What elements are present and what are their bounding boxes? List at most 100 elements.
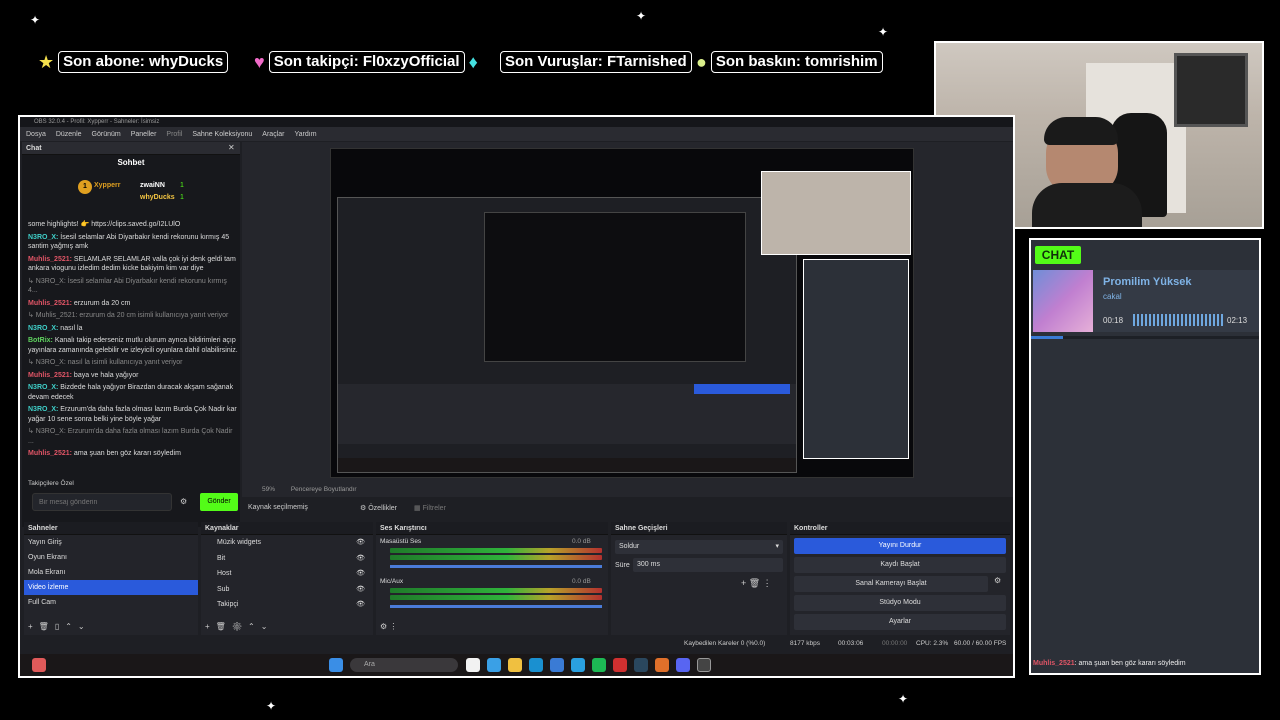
duration-label: Süre: [615, 562, 630, 569]
time-total: 02:13: [1227, 316, 1248, 325]
controls-title: Kontroller: [790, 522, 1010, 535]
window-title: OBS 32.0.4 - Profil: Xypperr - Sahneler:…: [20, 117, 1013, 127]
sparkle-icon: ✦: [898, 692, 909, 706]
edge-icon[interactable]: [529, 658, 543, 672]
eye-icon[interactable]: 👁: [356, 551, 365, 567]
chat-message: N3RO_X: nasıl la: [28, 324, 83, 332]
channel-db: 0.0 dB: [572, 578, 591, 585]
volume-meter: [390, 588, 602, 593]
volume-meter: [390, 555, 602, 560]
source-item[interactable]: Müzik widgets 👁: [201, 535, 373, 551]
studio-mode-button[interactable]: Stüdyo Modu: [794, 595, 1006, 611]
windows-start-icon[interactable]: [329, 658, 343, 672]
taskbar-search[interactable]: Ara: [350, 658, 458, 672]
app-icon[interactable]: [655, 658, 669, 672]
last-hits-widget: Son Vuruşlar: FTarnished: [500, 50, 692, 74]
chat-reply: ↳ Muhlis_2521: erzurum da 20 cm isimli k…: [28, 312, 229, 319]
nested-webcam: [761, 171, 911, 255]
start-recording-button[interactable]: Kaydı Başlat: [794, 557, 1006, 573]
fit-to-window[interactable]: Pencereye Boyutlandır: [291, 486, 357, 493]
chat-reply: ↳ N3RO_X: nasıl la isimli kullanıcıya ya…: [28, 359, 183, 366]
program-preview[interactable]: [330, 148, 914, 478]
source-item[interactable]: Takipçi 👁: [201, 597, 373, 613]
app-icon[interactable]: [550, 658, 564, 672]
eye-icon[interactable]: 👁: [356, 566, 365, 582]
scenes-toolbar[interactable]: +🗑▯⌃⌄: [28, 622, 91, 631]
scene-item-selected[interactable]: Video İzleme: [24, 580, 198, 595]
zoom-level[interactable]: 59%: [262, 486, 275, 493]
preview-area: 59% Pencereye Boyutlandır: [242, 142, 1013, 497]
bitrate: 8177 kbps: [790, 640, 820, 647]
rank-badge: 1: [78, 180, 92, 194]
chat-input[interactable]: [32, 493, 172, 511]
settings-button[interactable]: Ayarlar: [794, 614, 1006, 630]
mixer-settings-icon[interactable]: ⚙ ⋮: [380, 622, 397, 631]
steam-icon[interactable]: [634, 658, 648, 672]
no-source-label: Kaynak seçilmemiş: [248, 504, 308, 511]
song-progress-track: [1031, 336, 1259, 339]
gear-icon[interactable]: ⚙: [994, 576, 1001, 585]
top-user-3-count: 1: [180, 194, 184, 201]
menu-docks[interactable]: Paneller: [131, 131, 157, 138]
menu-bar: Dosya Düzenle Görünüm Paneller Profil Sa…: [20, 127, 1013, 141]
eye-icon[interactable]: 👁: [356, 582, 365, 598]
chat-message: BotRix: Kanalı takip ederseniz mutlu olu…: [28, 337, 238, 354]
scene-item[interactable]: Oyun Ekranı: [24, 550, 198, 565]
last-raid-widget: ● Son baskın: tomrishim: [696, 50, 883, 74]
scene-item[interactable]: Mola Ekranı: [24, 565, 198, 580]
eye-icon[interactable]: 👁: [356, 597, 365, 613]
weather-icon[interactable]: [32, 658, 46, 672]
chat-message: N3RO_X: Erzurum'da daha fazla olması laz…: [28, 406, 237, 423]
menu-tools[interactable]: Araçlar: [262, 131, 284, 138]
source-item[interactable]: Sub 👁: [201, 582, 373, 598]
start-virtual-camera-button[interactable]: Sanal Kamerayı Başlat: [794, 576, 988, 592]
scenes-title: Sahneler: [24, 522, 198, 535]
app-icon[interactable]: [466, 658, 480, 672]
sources-toolbar[interactable]: +🗑⚙⌃⌄: [205, 622, 273, 631]
scenes-dock: Sahneler Yayın Giriş Oyun Ekranı Mola Ek…: [24, 522, 198, 635]
duration-input[interactable]: 300 ms: [633, 558, 783, 572]
folder-icon[interactable]: [508, 658, 522, 672]
scene-item[interactable]: Yayın Giriş: [24, 535, 198, 550]
menu-view[interactable]: Görünüm: [92, 131, 121, 138]
music-player: Promilim Yüksek cakal 00:18 02:13: [1031, 270, 1259, 332]
cpu-usage: CPU: 2.3%: [916, 640, 949, 647]
filters-button[interactable]: ▦ Filtreler: [414, 504, 446, 512]
opera-icon[interactable]: [613, 658, 627, 672]
gem-icon: ♦: [468, 51, 478, 72]
transition-toolbar[interactable]: + 🗑 ⋮: [741, 578, 772, 589]
eye-icon[interactable]: 👁: [356, 535, 365, 551]
chat-message: Muhlis_2521: ama şuan ben göz kararı söy…: [28, 450, 181, 457]
obs-icon[interactable]: [697, 658, 711, 672]
volume-slider[interactable]: [390, 565, 602, 568]
spotify-icon[interactable]: [592, 658, 606, 672]
chat-message: some highlights! 👉 https://clips.saved.g…: [28, 221, 181, 228]
app-icon[interactable]: [571, 658, 585, 672]
menu-scene-collection[interactable]: Sahne Koleksiyonu: [192, 131, 252, 138]
discord-icon[interactable]: [676, 658, 690, 672]
menu-edit[interactable]: Düzenle: [56, 131, 82, 138]
menu-profile[interactable]: Profil: [166, 131, 182, 138]
volume-slider[interactable]: [390, 605, 602, 608]
album-art: [1033, 270, 1093, 332]
last-raid-label: Son baskın: tomrishim: [710, 51, 883, 73]
transitions-dock: Sahne Geçişleri Soldur ▾ Süre 300 ms + 🗑 …: [611, 522, 787, 635]
gear-icon[interactable]: ⚙: [180, 497, 187, 506]
menu-help[interactable]: Yardım: [294, 131, 316, 138]
shirt: [1032, 183, 1142, 227]
volume-meter: [390, 595, 602, 600]
chat-last-message: Muhlis_2521: ama şuan ben göz kararı söy…: [1033, 660, 1186, 667]
close-icon[interactable]: ✕: [228, 143, 235, 152]
source-item[interactable]: Host 👁: [201, 566, 373, 582]
send-button[interactable]: Gönder: [200, 493, 238, 511]
scene-item[interactable]: Full Cam: [24, 595, 198, 610]
properties-button[interactable]: ⚙ Özellikler: [360, 504, 397, 512]
transition-select[interactable]: Soldur ▾: [615, 540, 783, 554]
chat-widget: CHAT Promilim Yüksek cakal 00:18 02:13 M…: [1029, 238, 1261, 675]
menu-file[interactable]: Dosya: [26, 131, 46, 138]
source-item[interactable]: Bit 👁: [201, 551, 373, 567]
stop-stream-button[interactable]: Yayını Durdur: [794, 538, 1006, 554]
app-icon[interactable]: [487, 658, 501, 672]
last-follower-widget: ♥ Son takipçi: Fl0xzyOfficial ♦: [254, 50, 478, 74]
song-progress-fill: [1031, 336, 1063, 339]
